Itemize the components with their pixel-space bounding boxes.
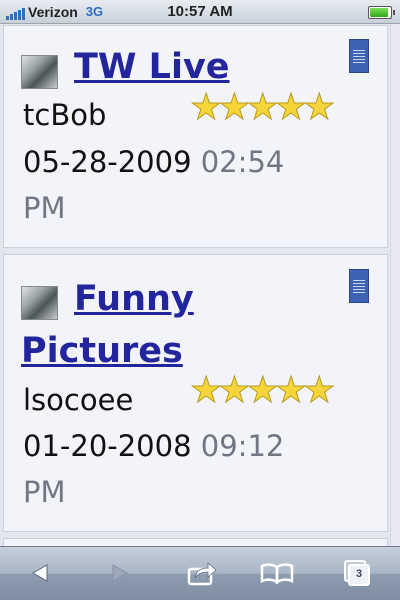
- item-title-link[interactable]: TW Live: [74, 45, 230, 89]
- list-item[interactable]: TW Live tcBob ★★★★★ 05-28-2009 02:54 PM: [3, 25, 388, 248]
- share-button[interactable]: [182, 557, 222, 589]
- status-time: 10:57 AM: [167, 3, 233, 20]
- document-icon[interactable]: [349, 269, 369, 303]
- list-item[interactable]: Funny Pictures lsocoee ★★★★★ 01-20-2008 …: [3, 254, 388, 532]
- item-title-link-line2[interactable]: Pictures: [21, 329, 183, 373]
- back-icon: [31, 564, 48, 582]
- back-button[interactable]: [20, 557, 60, 589]
- item-title-link[interactable]: Funny: [74, 277, 194, 321]
- star-icon: ★: [274, 87, 307, 128]
- star-icon: ★: [218, 370, 251, 411]
- item-ampm: PM: [23, 191, 66, 225]
- forward-icon: [112, 564, 129, 582]
- item-date-value: 01-20-2008: [23, 429, 192, 463]
- page-content[interactable]: TW Live tcBob ★★★★★ 05-28-2009 02:54 PM …: [0, 24, 400, 546]
- star-icon: ★: [303, 370, 336, 411]
- star-icon: ★: [303, 87, 336, 128]
- item-date: 05-28-2009 02:54: [23, 140, 284, 184]
- star-icon: ★: [218, 87, 251, 128]
- item-ampm: PM: [23, 475, 66, 509]
- browser-toolbar: 3: [0, 546, 400, 600]
- document-icon[interactable]: [349, 39, 369, 73]
- forward-button[interactable]: [100, 557, 140, 589]
- list-item[interactable]: [3, 538, 388, 546]
- rating-stars: ★★★★★: [189, 87, 336, 128]
- item-date: 01-20-2008 09:12: [23, 424, 284, 468]
- star-icon: ★: [189, 87, 222, 128]
- tab-count: 3: [355, 568, 363, 580]
- star-icon: ★: [189, 370, 222, 411]
- item-username: lsocoee: [23, 383, 134, 417]
- item-thumbnail[interactable]: [21, 55, 58, 89]
- rating-stars: ★★★★★: [189, 370, 336, 411]
- side-rail: [390, 24, 400, 546]
- item-time: 09:12: [200, 429, 285, 463]
- item-username: tcBob: [23, 98, 107, 132]
- item-thumbnail[interactable]: [21, 286, 58, 320]
- item-date-value: 05-28-2009: [23, 145, 192, 179]
- item-time: 02:54: [200, 145, 285, 179]
- bookmarks-icon: [260, 563, 294, 584]
- bookmarks-button[interactable]: [257, 557, 297, 589]
- status-bar: Verizon 3G 10:57 AM: [0, 0, 400, 24]
- pages-button[interactable]: 3: [337, 557, 377, 589]
- battery-icon: [368, 6, 395, 19]
- star-icon: ★: [274, 370, 307, 411]
- share-icon: [187, 562, 217, 586]
- battery-level: [370, 8, 388, 17]
- star-icon: ★: [246, 87, 279, 128]
- star-icon: ★: [246, 370, 279, 411]
